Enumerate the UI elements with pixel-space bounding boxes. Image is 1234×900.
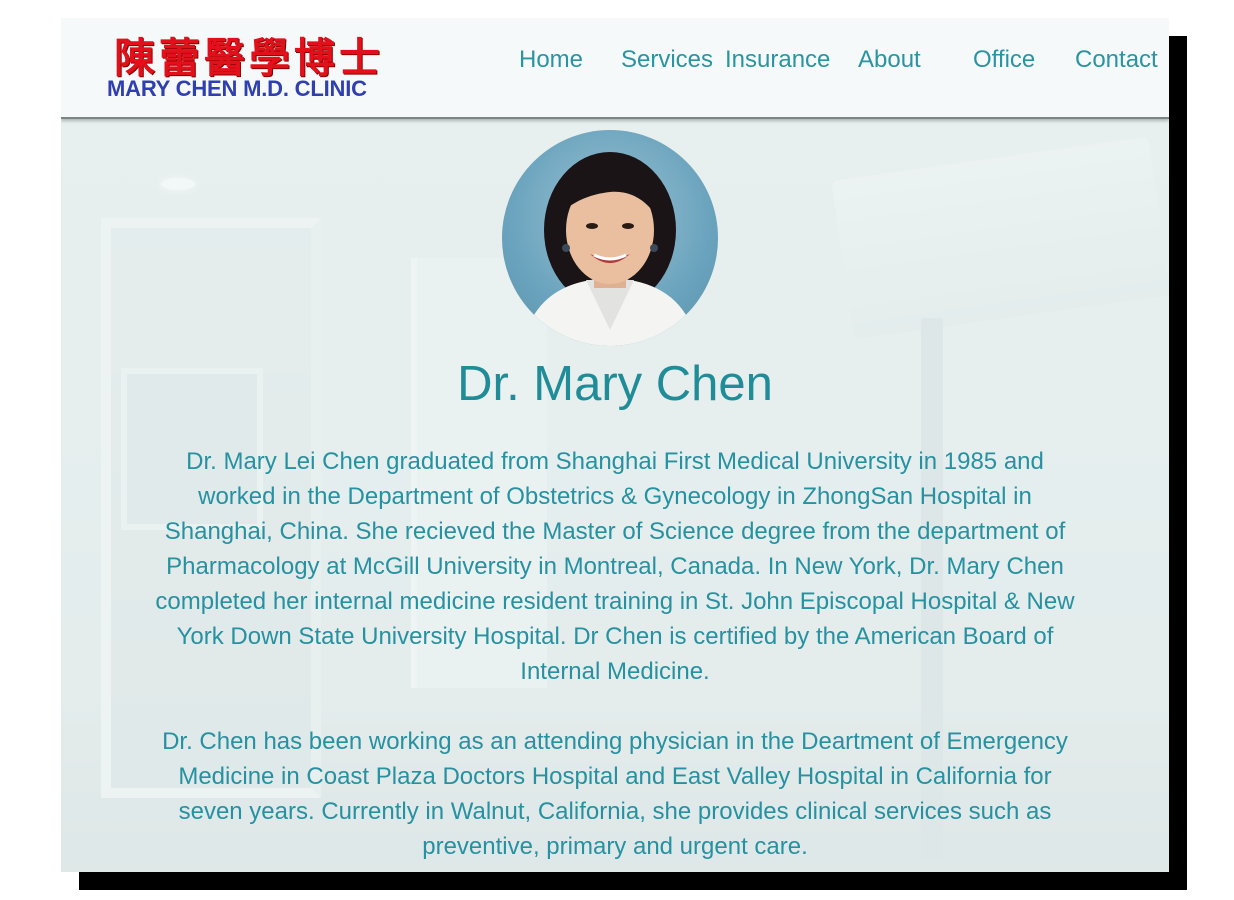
- main-nav: Home Services Insurance About Office Con…: [61, 46, 1169, 86]
- doctor-portrait: [502, 130, 718, 346]
- doctor-name-heading: Dr. Mary Chen: [457, 357, 773, 411]
- bio-paragraph-education: Dr. Mary Lei Chen graduated from Shangha…: [155, 448, 1075, 685]
- nav-services[interactable]: Services: [621, 46, 713, 74]
- nav-contact[interactable]: Contact: [1075, 46, 1158, 74]
- site-header: 陳蕾醫學博士 MARY CHEN M.D. CLINIC Home Servic…: [61, 18, 1169, 119]
- nav-about[interactable]: About: [858, 46, 921, 74]
- bio-paragraph-experience: Dr. Chen has been working as an attendin…: [162, 728, 1068, 860]
- nav-insurance[interactable]: Insurance: [725, 46, 830, 74]
- page-frame: 陳蕾醫學博士 MARY CHEN M.D. CLINIC Home Servic…: [61, 18, 1169, 872]
- nav-home[interactable]: Home: [519, 46, 583, 74]
- nav-office[interactable]: Office: [973, 46, 1035, 74]
